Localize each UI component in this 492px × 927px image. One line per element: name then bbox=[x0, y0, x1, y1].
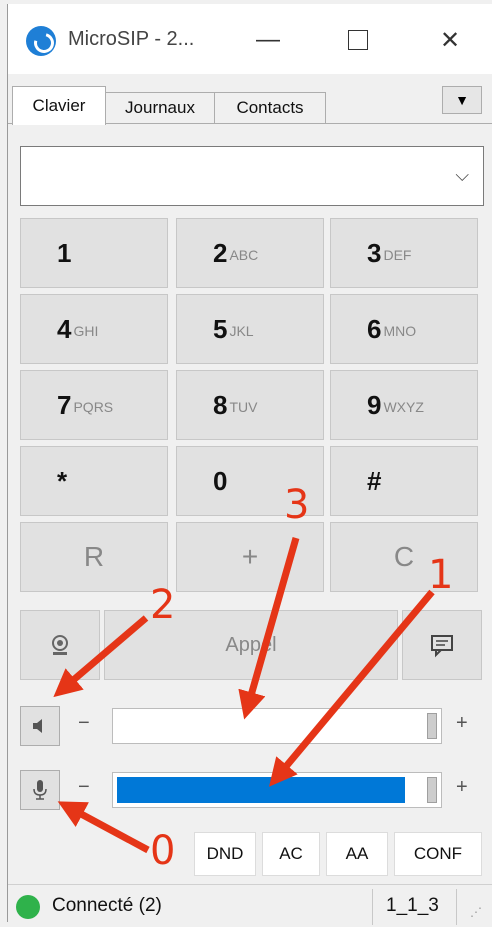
key-digit: 6 bbox=[367, 313, 382, 344]
speaker-volume-thumb[interactable] bbox=[427, 713, 437, 739]
tab-journaux[interactable]: Journaux bbox=[104, 92, 216, 123]
key-letters: MNO bbox=[383, 323, 417, 339]
key-digit: 8 bbox=[213, 389, 228, 420]
tab-menu-button[interactable]: ▼ bbox=[442, 86, 482, 114]
minimize-button[interactable]: — bbox=[244, 18, 292, 62]
microsip-logo-icon bbox=[26, 26, 56, 56]
key-letters: JKL bbox=[229, 323, 254, 339]
key-3[interactable]: 3 DEF bbox=[330, 218, 478, 288]
key-digit: C bbox=[393, 541, 415, 572]
key-digit: 3 bbox=[367, 237, 382, 268]
microphone-volume-slider[interactable] bbox=[112, 772, 442, 808]
key-clear[interactable]: C bbox=[330, 522, 478, 592]
key-hash[interactable]: # bbox=[330, 446, 478, 516]
annotation-label-2: 2 bbox=[150, 582, 176, 628]
auto-answer-button[interactable]: AA bbox=[326, 832, 388, 876]
key-digit: R bbox=[83, 541, 105, 572]
tab-bar: Clavier Journaux Contacts ▼ bbox=[8, 84, 492, 125]
key-digit: # bbox=[367, 465, 382, 496]
key-letters: ABC bbox=[229, 247, 259, 263]
tab-clavier[interactable]: Clavier bbox=[12, 86, 106, 125]
key-digit: 5 bbox=[213, 313, 228, 344]
microphone-plus[interactable]: + bbox=[456, 776, 468, 799]
key-4[interactable]: 4 GHI bbox=[20, 294, 168, 364]
speaker-mute-button[interactable] bbox=[20, 706, 60, 746]
key-digit: + bbox=[241, 541, 259, 572]
key-star[interactable]: * bbox=[20, 446, 168, 516]
title-bar: MicroSIP - 2... — ✕ bbox=[8, 4, 492, 74]
dialpad-panel: ⌵ 1 2 ABC 3 DEF 4 GHI 5 JKL 6 MNO 7 PQRS 8 TUV … bbox=[8, 123, 492, 884]
key-digit: 7 bbox=[57, 389, 72, 420]
key-letters: DEF bbox=[383, 247, 412, 263]
account-label[interactable]: 1_1_3 bbox=[386, 895, 439, 917]
key-5[interactable]: 5 JKL bbox=[176, 294, 324, 364]
key-8[interactable]: 8 TUV bbox=[176, 370, 324, 440]
microphone-mute-button[interactable] bbox=[20, 770, 60, 810]
resize-grip-icon[interactable]: ⋰ bbox=[470, 905, 482, 919]
microphone-minus[interactable]: − bbox=[78, 776, 90, 799]
call-button[interactable]: Appel bbox=[104, 610, 398, 680]
chevron-down-icon[interactable]: ⌵ bbox=[455, 165, 469, 186]
status-text: Connecté (2) bbox=[52, 895, 162, 916]
video-call-button[interactable] bbox=[20, 610, 100, 680]
annotation-label-1: 1 bbox=[428, 552, 454, 598]
annotation-label-3: 3 bbox=[284, 482, 310, 528]
key-7[interactable]: 7 PQRS bbox=[20, 370, 168, 440]
status-divider bbox=[372, 889, 373, 925]
key-letters: WXYZ bbox=[383, 399, 424, 415]
key-1[interactable]: 1 bbox=[20, 218, 168, 288]
key-digit: 1 bbox=[57, 237, 72, 268]
key-9[interactable]: 9 WXYZ bbox=[330, 370, 478, 440]
tab-contacts[interactable]: Contacts bbox=[214, 92, 326, 123]
speaker-volume-slider[interactable] bbox=[112, 708, 442, 744]
microphone-icon bbox=[33, 780, 47, 800]
key-2[interactable]: 2 ABC bbox=[176, 218, 324, 288]
app-window: MicroSIP - 2... — ✕ Clavier Journaux Con… bbox=[7, 4, 492, 927]
key-digit: 2 bbox=[213, 237, 228, 268]
key-letters: TUV bbox=[229, 399, 258, 415]
key-digit: 4 bbox=[57, 313, 72, 344]
status-bar: Connecté (2) 1_1_3 ⋰ bbox=[8, 884, 492, 927]
speaker-plus[interactable]: + bbox=[456, 712, 468, 735]
chat-icon bbox=[431, 635, 453, 658]
webcam-icon bbox=[52, 635, 68, 655]
conference-button[interactable]: CONF bbox=[394, 832, 482, 876]
key-redial[interactable]: R bbox=[20, 522, 168, 592]
auto-conference-button[interactable]: AC bbox=[262, 832, 320, 876]
key-digit: * bbox=[57, 465, 68, 496]
microphone-volume-thumb[interactable] bbox=[427, 777, 437, 803]
speaker-minus[interactable]: − bbox=[78, 712, 90, 735]
key-letters: PQRS bbox=[73, 399, 114, 415]
window-title: MicroSIP - 2... bbox=[68, 28, 195, 50]
message-button[interactable] bbox=[402, 610, 482, 680]
key-digit: 9 bbox=[367, 389, 382, 420]
microphone-volume-fill bbox=[117, 777, 405, 803]
maximize-button[interactable] bbox=[334, 18, 382, 62]
key-plus[interactable]: + bbox=[176, 522, 324, 592]
status-divider bbox=[456, 889, 457, 925]
number-input[interactable]: ⌵ bbox=[20, 146, 484, 206]
dnd-button[interactable]: DND bbox=[194, 832, 256, 876]
key-6[interactable]: 6 MNO bbox=[330, 294, 478, 364]
speaker-icon bbox=[33, 719, 42, 733]
annotation-label-0: 0 bbox=[150, 828, 176, 874]
key-digit: 0 bbox=[213, 465, 228, 496]
key-letters: GHI bbox=[73, 323, 99, 339]
maximize-icon bbox=[348, 30, 368, 50]
connected-icon bbox=[16, 895, 40, 919]
close-button[interactable]: ✕ bbox=[426, 18, 474, 62]
